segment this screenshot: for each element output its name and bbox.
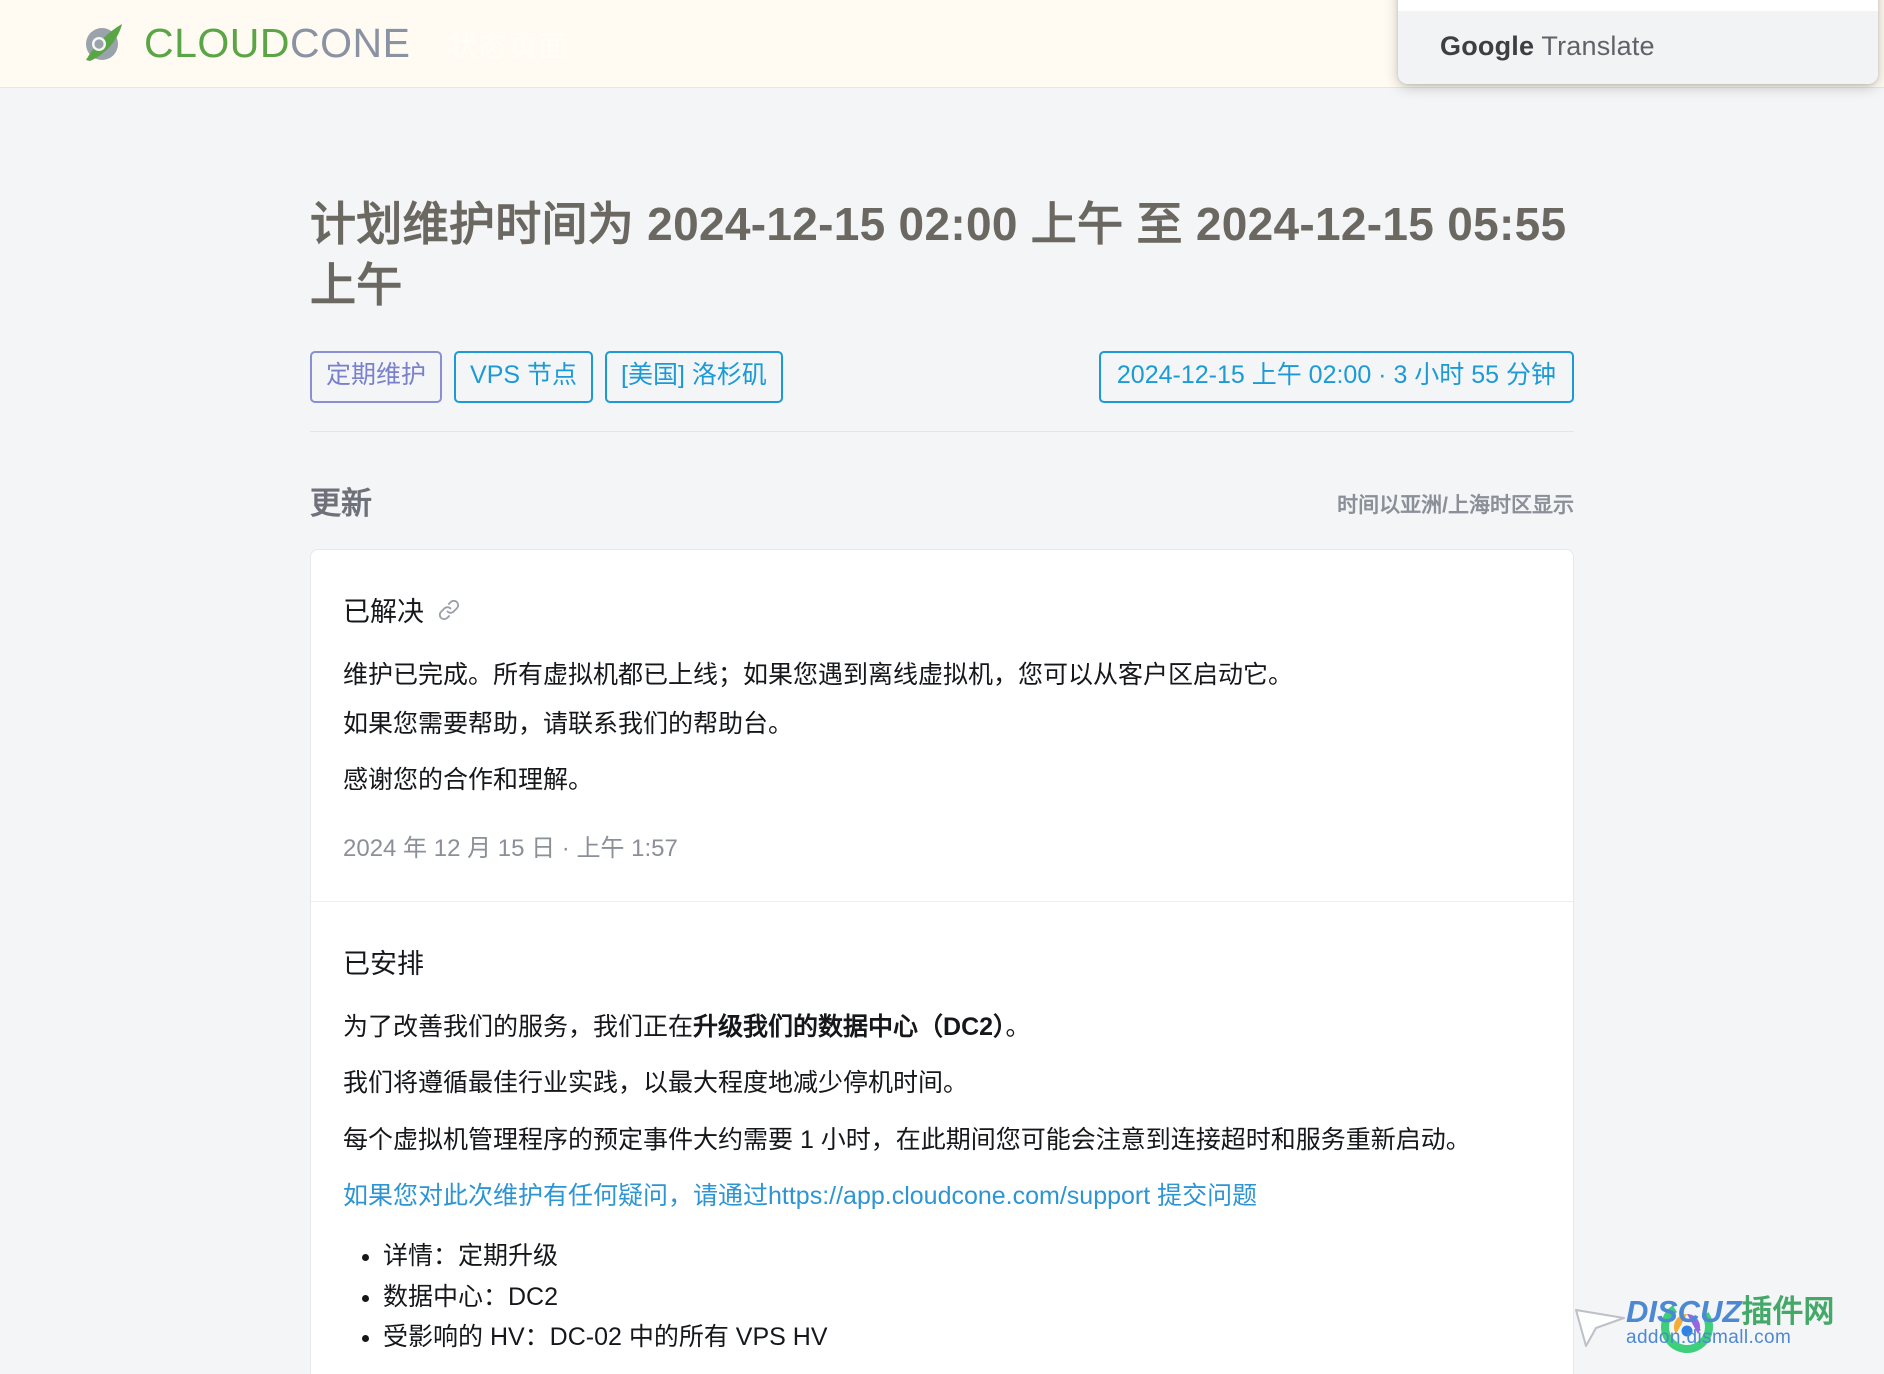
watermark-title: DISCUZ插件网 [1626,1294,1834,1329]
google-translate-popup[interactable]: 译英语 Google Translate [1398,0,1878,84]
translate-option-row[interactable]: 译英语 [1398,0,1878,11]
incident-badges: 定期维护 VPS 节点 [美国] 洛杉矶 [310,351,783,403]
badge-location[interactable]: [美国] 洛杉矶 [605,351,783,403]
brand-suffix-status-page: 状态页面 [449,23,569,65]
update-status-label: 已安排 [343,942,424,981]
update-status-row: 已解决 [343,590,1541,629]
update-body: 为了改善我们的服务，我们正在升级我们的数据中心（DC2）。 我们将遵循最佳行业实… [343,1009,1541,1358]
update-paragraph-3: 每个虚拟机管理程序的预定事件大约需要 1 小时，在此期间您可能会注意到连接超时和… [343,1122,1541,1158]
update-paragraph-1: 为了改善我们的服务，我们正在升级我们的数据中心（DC2）。 [343,1009,1541,1045]
badge-schedule-duration[interactable]: 2024-12-15 上午 02:00 · 3 小时 55 分钟 [1099,351,1574,403]
incident-meta-row: 定期维护 VPS 节点 [美国] 洛杉矶 2024-12-15 上午 02:00… [310,351,1574,432]
page-content: 计划维护时间为 2024-12-15 02:00 上午 至 2024-12-15… [242,88,1642,1374]
updates-card: 已解决 维护已完成。所有虚拟机都已上线；如果您遇到离线虚拟机，您可以从客户区启动… [310,549,1574,1374]
brand-word-cloud: CLOUD [144,20,290,66]
update-support-line: 如果您对此次维护有任何疑问，请通过https://app.cloudcone.c… [343,1178,1541,1214]
paragraph-text-pre: 为了改善我们的服务，我们正在 [343,1013,693,1041]
badge-maintenance-type[interactable]: 定期维护 [310,351,442,403]
link-icon[interactable] [436,597,462,623]
update-entry-resolved: 已解决 维护已完成。所有虚拟机都已上线；如果您遇到离线虚拟机，您可以从客户区启动… [311,550,1573,901]
circular-logo-icon [1658,1298,1716,1356]
update-status-row: 已安排 [343,942,1541,981]
page-title: 计划维护时间为 2024-12-15 02:00 上午 至 2024-12-15… [310,88,1574,315]
watermark-title-right: 插件网 [1741,1294,1834,1329]
paragraph-text-post: 。 [1006,1013,1031,1041]
google-translate-footer: Google Translate [1398,11,1878,84]
brand-home-link[interactable]: CLOUDCONE 状态页面 [80,20,569,68]
google-translate-brand-rest: Translate [1534,31,1655,61]
support-line-pre: 如果您对此次维护有任何疑问，请通过 [343,1182,768,1210]
site-header: CLOUDCONE 状态页面 译英语 Google Translate [0,0,1884,88]
update-paragraph-1: 维护已完成。所有虚拟机都已上线；如果您遇到离线虚拟机，您可以从客户区启动它。 [343,657,1541,693]
updates-heading: 更新 [310,478,372,523]
update-body: 维护已完成。所有虚拟机都已上线；如果您遇到离线虚拟机，您可以从客户区启动它。 如… [343,657,1541,798]
update-entry-scheduled: 已安排 为了改善我们的服务，我们正在升级我们的数据中心（DC2）。 我们将遵循最… [311,901,1573,1374]
update-paragraph-3: 感谢您的合作和理解。 [343,762,1541,798]
cloudcone-leaf-logo-icon [80,20,128,68]
badge-affected-service[interactable]: VPS 节点 [454,351,593,403]
list-item: 数据中心：DC2 [383,1277,1541,1318]
support-line-post: 提交问题 [1150,1182,1257,1210]
paragraph-text-bold: 升级我们的数据中心（DC2） [693,1013,1006,1041]
update-detail-list: 详情：定期升级 数据中心：DC2 受影响的 HV：DC-02 中的所有 VPS … [383,1236,1541,1358]
list-item: 详情：定期升级 [383,1236,1541,1277]
support-url-link[interactable]: https://app.cloudcone.com/support [768,1182,1150,1210]
google-translate-brand-strong: Google [1440,31,1534,61]
timezone-note: 时间以亚洲/上海时区显示 [1337,489,1574,523]
update-paragraph-2: 我们将遵循最佳行业实践，以最大程度地减少停机时间。 [343,1065,1541,1101]
updates-header: 更新 时间以亚洲/上海时区显示 [310,478,1574,523]
update-status-label: 已解决 [343,590,424,629]
watermark-text: DISCUZ插件网 addon.dismall.com [1626,1296,1876,1349]
watermark-title-left: DISCUZ [1626,1294,1741,1329]
update-timestamp: 2024 年 12 月 15 日 · 上午 1:57 [343,828,1541,863]
list-item: 受影响的 HV：DC-02 中的所有 VPS HV [383,1317,1541,1358]
watermark-subtitle: addon.dismall.com [1626,1327,1791,1348]
brand-wordmark: CLOUDCONE [144,23,411,64]
update-paragraph-2: 如果您需要帮助，请联系我们的帮助台。 [343,706,1541,742]
brand-word-cone: CONE [290,20,410,66]
